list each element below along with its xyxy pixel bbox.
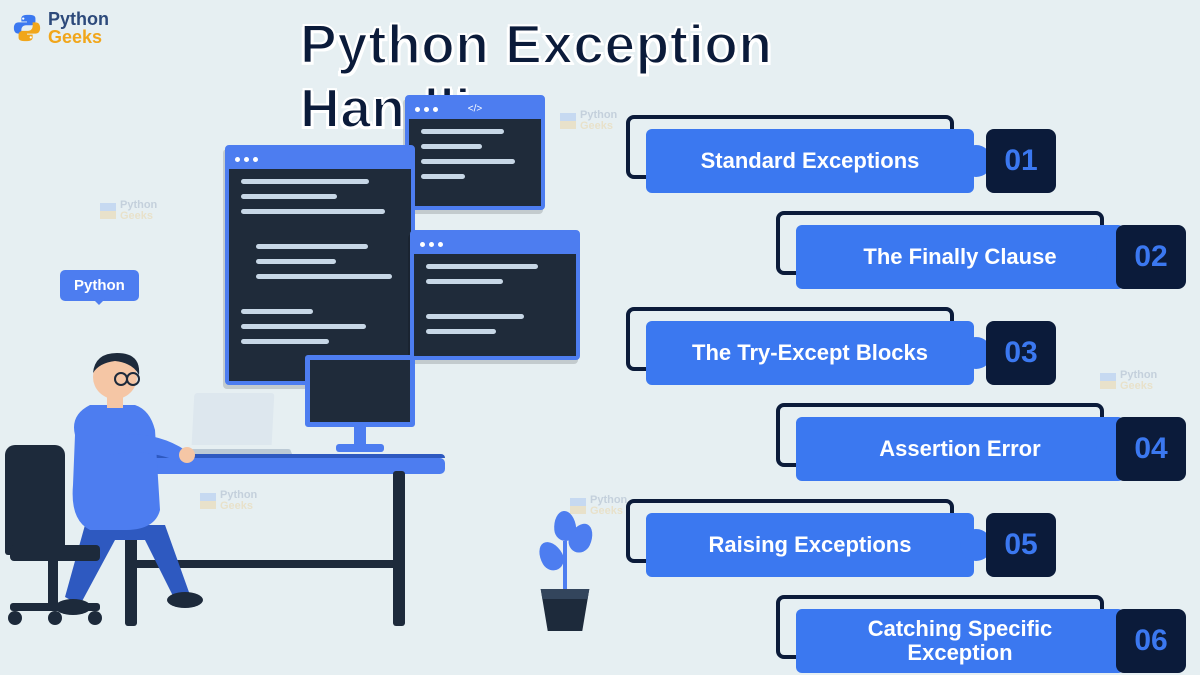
list-item-label: Assertion Error (879, 437, 1040, 461)
list-item-number: 04 (1116, 417, 1186, 481)
speech-bubble: Python (60, 270, 139, 301)
topic-list: Standard Exceptions 01 The Finally Claus… (616, 115, 1186, 673)
list-item-label: The Try-Except Blocks (692, 341, 928, 365)
list-item-label: Catching Specific Exception (816, 617, 1104, 665)
list-item-number: 06 (1116, 609, 1186, 673)
list-item-label: Raising Exceptions (709, 533, 912, 557)
chair-icon (0, 445, 120, 655)
list-item: The Finally Clause 02 (616, 211, 1186, 289)
list-item: Catching Specific Exception 06 (616, 595, 1186, 673)
code-window-icon (225, 145, 415, 385)
plant-icon (520, 501, 610, 631)
python-icon (12, 13, 42, 43)
list-item: Assertion Error 04 (616, 403, 1186, 481)
list-item: Raising Exceptions 05 (616, 499, 1186, 577)
illustration: Python </> (10, 95, 590, 655)
code-window-icon: </> (405, 95, 545, 210)
brand-logo: Python Geeks (12, 10, 109, 46)
list-item-label: Standard Exceptions (701, 149, 920, 173)
list-item: The Try-Except Blocks 03 (616, 307, 1186, 385)
list-item-number: 05 (986, 513, 1056, 577)
list-item-label: The Finally Clause (863, 245, 1056, 269)
brand-name-line1: Python (48, 10, 109, 28)
list-item-number: 01 (986, 129, 1056, 193)
brand-name-line2: Geeks (48, 28, 109, 46)
list-item: Standard Exceptions 01 (616, 115, 1186, 193)
monitor-icon (305, 355, 415, 470)
code-window-icon (410, 230, 580, 360)
list-item-number: 03 (986, 321, 1056, 385)
list-item-number: 02 (1116, 225, 1186, 289)
